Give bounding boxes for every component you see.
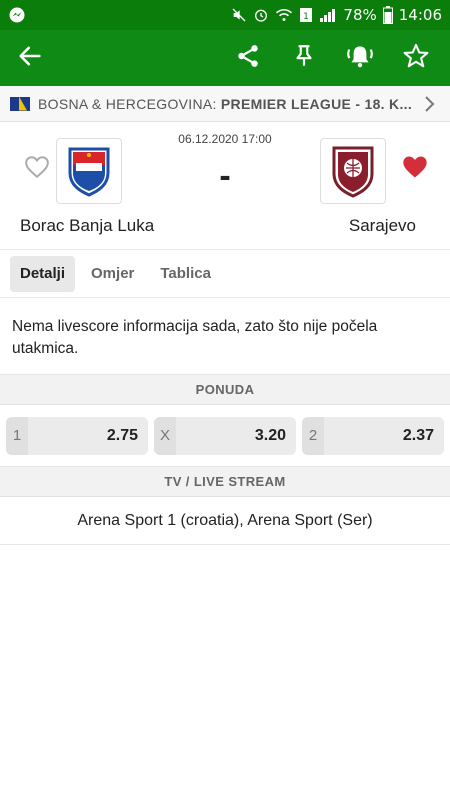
arrow-left-icon: [16, 42, 44, 75]
league-country: BOSNA & HERCEGOVINA:: [38, 95, 217, 112]
clock: 14:06: [398, 6, 442, 24]
home-favorite-button[interactable]: [24, 155, 50, 184]
signal-icon: [319, 7, 337, 23]
league-competition: PREMIER LEAGUE - 18. K...: [220, 95, 413, 112]
messenger-icon: [8, 6, 26, 24]
odd-home-button[interactable]: 1 2.75: [6, 416, 148, 455]
odd-draw-label: X: [154, 416, 176, 455]
pin-icon: [291, 43, 317, 74]
sim-icon: 1: [299, 7, 313, 23]
home-team-name: Borac Banja Luka: [20, 216, 155, 235]
odds-row: 1 2.75 X 3.20 2 2.37: [0, 405, 450, 467]
match-header: 06.12.2020 17:00 - Borac Banja Luka Sara…: [0, 122, 450, 250]
favorite-match-button[interactable]: [396, 38, 436, 78]
star-outline-icon: [402, 42, 430, 75]
battery-percent: 78%: [343, 6, 377, 24]
home-team-logo: [56, 138, 122, 204]
tab-detalji[interactable]: Detalji: [10, 255, 76, 292]
away-team-name: Sarajevo: [348, 216, 416, 235]
notifications-button[interactable]: [340, 38, 380, 78]
livescore-info-message: Nema livescore informacija sada, zato št…: [0, 298, 450, 375]
odds-section-title: PONUDA: [0, 375, 450, 405]
wifi-icon: [275, 7, 293, 23]
odd-draw-value: 3.20: [254, 426, 286, 444]
pin-button[interactable]: [284, 38, 324, 78]
tv-channels: Arena Sport 1 (croatia), Arena Sport (Se…: [0, 497, 450, 545]
share-icon: [235, 43, 261, 74]
app-bar: [0, 30, 450, 86]
status-bar: 1 78% 14:06: [0, 0, 450, 30]
heart-filled-icon: [401, 154, 429, 185]
odd-home-label: 1: [6, 416, 28, 455]
league-title: BOSNA & HERCEGOVINA: PREMIER LEAGUE - 18…: [38, 96, 420, 112]
bell-ringing-icon: [345, 42, 375, 75]
odd-away-value: 2.37: [402, 426, 434, 444]
away-favorite-button[interactable]: [402, 156, 428, 182]
league-breadcrumb[interactable]: BOSNA & HERCEGOVINA: PREMIER LEAGUE - 18…: [0, 86, 450, 122]
svg-text:1: 1: [304, 12, 310, 22]
tab-omjer[interactable]: Omjer: [81, 256, 144, 292]
battery-icon: [382, 6, 393, 24]
chevron-right-icon: [420, 94, 440, 114]
away-team-logo: [320, 138, 386, 204]
heart-outline-icon: [24, 155, 50, 184]
alarm-icon: [253, 7, 269, 23]
share-button[interactable]: [228, 38, 268, 78]
detail-tabs: Detalji Omjer Tablica: [0, 250, 450, 298]
mute-icon: [231, 7, 247, 23]
tab-tablica[interactable]: Tablica: [150, 256, 221, 292]
odd-home-value: 2.75: [106, 426, 138, 444]
odd-draw-button[interactable]: X 3.20: [154, 416, 296, 455]
back-button[interactable]: [10, 38, 50, 78]
bosnia-flag-icon: [10, 96, 30, 111]
odd-away-button[interactable]: 2 2.37: [302, 416, 444, 455]
odd-away-label: 2: [302, 416, 324, 455]
tv-section-title: TV / LIVE STREAM: [0, 467, 450, 497]
